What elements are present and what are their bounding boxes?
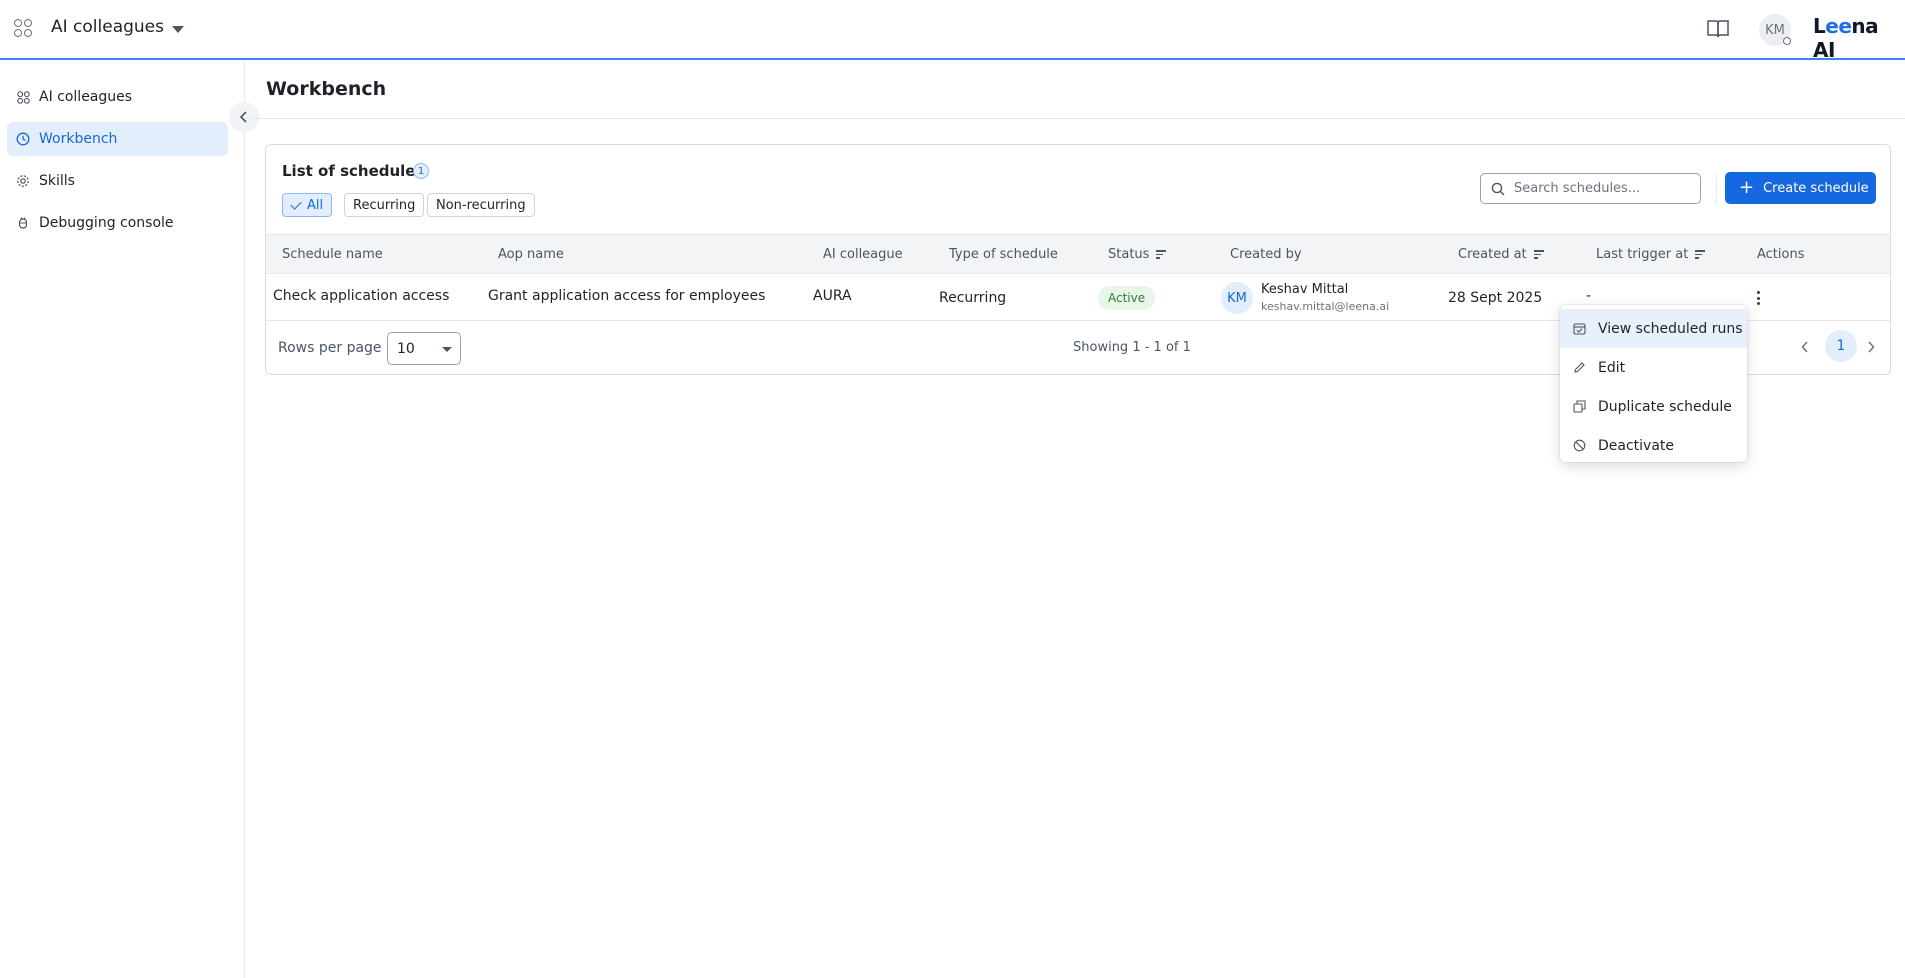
presence-dot: [1783, 37, 1791, 45]
filter-chip-all[interactable]: All: [282, 193, 333, 217]
sidebar-item-debugging-console[interactable]: Debugging console: [7, 206, 228, 240]
bug-icon: [16, 216, 30, 230]
pagination-summary: Showing 1 - 1 of 1: [1073, 340, 1191, 355]
collapse-sidebar-button[interactable]: [229, 102, 259, 132]
row-actions-menu: View scheduled runs Edit Duplicate sched…: [1560, 305, 1747, 462]
sort-icon[interactable]: [1156, 250, 1167, 259]
prev-page-button[interactable]: [1798, 340, 1812, 354]
chevron-down-icon: [442, 347, 452, 352]
search-input[interactable]: [1514, 181, 1694, 196]
count-badge: 1: [413, 163, 429, 179]
menu-item-deactivate[interactable]: Deactivate: [1560, 426, 1747, 465]
sidebar-item-label: Workbench: [39, 131, 118, 147]
status-badge: Active: [1098, 286, 1156, 310]
create-schedule-button[interactable]: + Create schedule: [1725, 172, 1876, 204]
sort-icon[interactable]: [1695, 250, 1706, 259]
table-header: Schedule name Aop name AI colleague Type…: [266, 234, 1890, 274]
column-header-created-at[interactable]: Created at: [1458, 247, 1544, 262]
cell-aop-name: Grant application access for employees: [488, 288, 766, 304]
sidebar-item-skills[interactable]: Skills: [7, 164, 228, 198]
ban-icon: [1572, 439, 1586, 453]
cell-last-trigger: -: [1586, 288, 1592, 304]
divider: [1716, 174, 1717, 204]
column-header-schedule-name: Schedule name: [282, 247, 383, 262]
cell-ai-colleague: AURA: [813, 288, 852, 304]
column-header-ai-colleague: AI colleague: [823, 247, 903, 262]
sidebar-item-label: AI colleagues: [39, 89, 133, 105]
plus-icon: +: [1739, 177, 1755, 198]
creator-name: Keshav Mittal: [1261, 282, 1349, 297]
menu-item-duplicate-schedule[interactable]: Duplicate schedule: [1560, 387, 1747, 426]
sidebar-item-label: Skills: [39, 173, 75, 189]
next-page-button[interactable]: [1864, 340, 1878, 354]
sidebar-item-ai-colleagues[interactable]: AI colleagues: [7, 80, 228, 114]
menu-item-edit[interactable]: Edit: [1560, 348, 1747, 387]
cell-type: Recurring: [939, 290, 1007, 306]
app-title[interactable]: AI colleagues: [51, 17, 164, 37]
pencil-icon: [1572, 361, 1586, 375]
sidebar-item-workbench[interactable]: Workbench: [7, 122, 228, 156]
column-header-last-trigger-at[interactable]: Last trigger at: [1596, 247, 1706, 262]
column-header-created-by: Created by: [1230, 247, 1302, 262]
top-bar: AI colleagues KM Leena AI: [0, 0, 1905, 62]
chevron-right-icon: [1868, 341, 1875, 353]
column-header-status[interactable]: Status: [1108, 247, 1167, 262]
row-actions-button[interactable]: [1753, 289, 1763, 307]
menu-item-view-scheduled-runs[interactable]: View scheduled runs: [1560, 309, 1747, 348]
sidebar-item-label: Debugging console: [39, 215, 174, 231]
search-field[interactable]: [1480, 173, 1701, 204]
cell-created-at: 28 Sept 2025: [1448, 290, 1543, 306]
colleagues-grid-icon: [16, 90, 30, 104]
rows-per-page-label: Rows per page: [278, 340, 382, 356]
clock-icon: [16, 132, 30, 146]
page-title: Workbench: [266, 78, 387, 100]
list-title: List of schedules: [282, 162, 425, 180]
page-button[interactable]: 1: [1825, 330, 1857, 362]
divider: [246, 118, 1905, 119]
app-switcher-icon[interactable]: [14, 19, 32, 37]
filter-chip-non-recurring[interactable]: Non-recurring: [427, 193, 535, 217]
chevron-down-icon[interactable]: [172, 26, 184, 33]
filter-chip-recurring[interactable]: Recurring: [344, 193, 425, 217]
chevron-left-icon: [1801, 341, 1808, 353]
column-header-aop-name: Aop name: [498, 247, 564, 262]
column-header-type: Type of schedule: [949, 247, 1058, 262]
copy-icon: [1572, 400, 1586, 414]
book-icon[interactable]: [1707, 19, 1729, 39]
brand-logo: Leena AI: [1813, 14, 1879, 62]
chevron-left-icon: [239, 111, 247, 123]
avatar: KM: [1221, 282, 1253, 314]
calendar-check-icon: [1572, 322, 1586, 336]
column-header-actions: Actions: [1757, 247, 1805, 262]
sidebar: AI colleagues Workbench Skills Debugging…: [0, 61, 245, 978]
creator-email: keshav.mittal@leena.ai: [1261, 300, 1390, 313]
gear-icon: [16, 174, 30, 188]
rows-per-page-select[interactable]: 10: [387, 332, 461, 365]
cell-schedule-name: Check application access: [273, 288, 450, 304]
search-icon: [1491, 182, 1505, 195]
check-icon: [290, 197, 302, 210]
sort-icon[interactable]: [1533, 250, 1544, 259]
